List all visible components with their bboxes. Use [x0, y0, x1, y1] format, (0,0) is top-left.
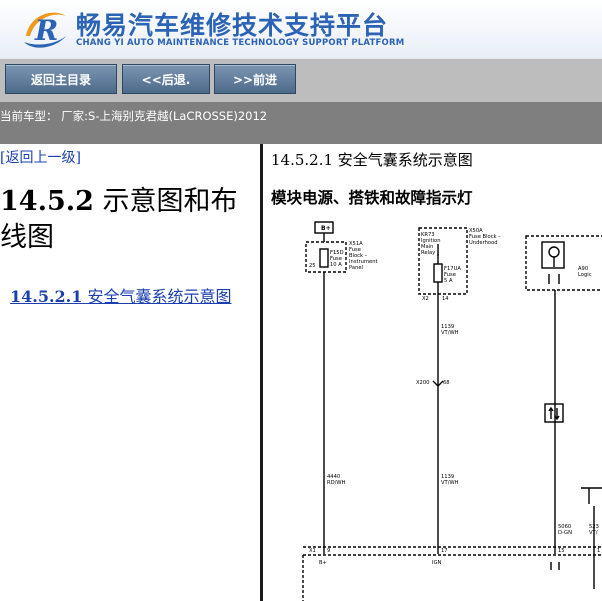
x1-label: X1 — [309, 548, 316, 554]
wire-4440-label: RD/WH — [327, 480, 345, 486]
bidirectional-data-icon — [544, 403, 564, 423]
pin-14-label: 14 — [442, 296, 449, 302]
subsection-link-title: 安全气囊系统示意图 — [82, 287, 232, 306]
subsection-link[interactable]: 14.5.2.1 安全气囊系统示意图 — [10, 283, 231, 307]
bplus-bottom-label: B+ — [319, 560, 327, 566]
x200-label: X200 — [416, 380, 429, 386]
site-header: R 畅易汽车维修技术支持平台 CHANG YI AUTO MAINTENANCE… — [0, 0, 602, 58]
section-heading: 14.5.2 示意图和布线图 — [0, 184, 258, 256]
wire-1139-label: VT/WH — [441, 480, 459, 486]
nav-toolbar: 返回主目录 <<后退. >>前进 — [0, 58, 602, 103]
pin-9-label: 9 — [327, 548, 330, 554]
content-title: 14.5.2.1 安全气囊系统示意图 — [271, 151, 473, 169]
bplus-label: B+ — [321, 225, 331, 232]
wire-5060-label: D-GN — [558, 530, 572, 536]
section-number: 14.5.2 — [0, 186, 94, 217]
fuse-f17ua-icon — [433, 263, 443, 283]
pin-17-label: 17 — [441, 548, 448, 554]
pin-15-label: 15 — [558, 548, 565, 554]
vehicle-info-bar: 当前车型： 厂家:S-上海别克君越(LaCROSSE)2012 — [0, 102, 602, 144]
x50a-label: Underhood — [469, 240, 498, 246]
back-button[interactable]: <<后退. — [122, 64, 210, 94]
pin-68-label: 68 — [443, 380, 450, 386]
home-button[interactable]: 返回主目录 — [5, 64, 117, 94]
a90-label: Logic — [578, 272, 592, 278]
vehicle-info-text: 当前车型： 厂家:S-上海别克君越(LaCROSSE)2012 — [0, 109, 268, 123]
ign-bottom-label: IGN — [432, 560, 442, 566]
f17ua-label: 5 A — [444, 278, 453, 284]
back-up-link[interactable]: [返回上一级] — [0, 147, 81, 167]
wiring-diagram: B+ X51A Fuse Block – Instrument Panel F1… — [302, 221, 602, 601]
subsection-link-number: 14.5.2.1 — [10, 287, 83, 306]
content-pane: 14.5.2.1 安全气囊系统示意图 模块电源、搭铁和故障指示灯 B+ X51A… — [263, 144, 602, 601]
x2-label: X2 — [422, 296, 429, 302]
wire-523-label: VT/ — [589, 530, 598, 536]
brand-title-en: CHANG YI AUTO MAINTENANCE TECHNOLOGY SUP… — [76, 38, 405, 48]
pin-25-label: 25 — [309, 263, 316, 269]
logo-letter: R — [34, 14, 58, 47]
module-a90-inner — [541, 241, 565, 269]
fuse-f15d-icon — [319, 248, 329, 268]
kr73-label: Relay — [421, 250, 435, 256]
brand-title-cn: 畅易汽车维修技术支持平台 — [76, 11, 389, 40]
wire-1139-label: VT/WH — [441, 330, 459, 336]
left-pane: [返回上一级] 14.5.2 示意图和布线图 14.5.2.1 安全气囊系统示意… — [0, 144, 260, 601]
x51a-label: Panel — [349, 265, 363, 271]
brand-logo-icon: R — [24, 12, 66, 48]
content-subtitle: 模块电源、搭铁和故障指示灯 — [271, 188, 473, 207]
forward-button[interactable]: >>前进 — [214, 64, 296, 94]
pin-16-label: 1 — [597, 548, 600, 554]
f15d-label: 10 A — [330, 262, 342, 268]
